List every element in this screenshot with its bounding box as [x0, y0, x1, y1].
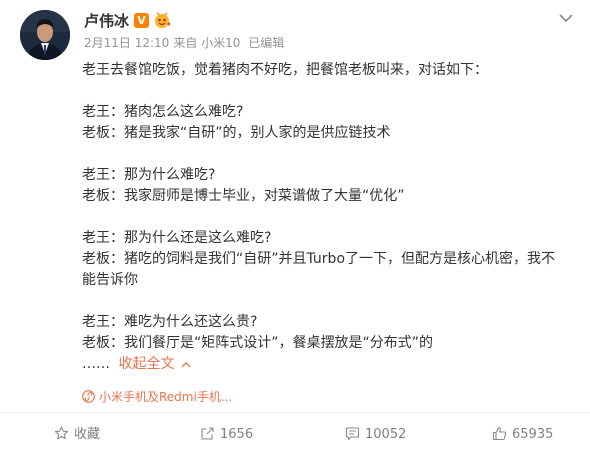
action-bar: 收藏 1656 10052 65935	[0, 413, 590, 456]
member-badge-icon	[155, 12, 170, 28]
edited-label[interactable]: 已编辑	[248, 36, 284, 50]
verified-badge-icon: V	[134, 13, 149, 28]
repost-icon	[201, 427, 214, 440]
chevron-up-icon[interactable]	[181, 361, 191, 368]
content-line: 老王：猪肉怎么这么难吃?	[82, 104, 244, 120]
comment-count: 10052	[365, 427, 407, 442]
post-date[interactable]: 2月11日 12:10	[84, 36, 169, 50]
like-button[interactable]: 65935	[492, 413, 553, 456]
repost-button[interactable]: 1656	[200, 413, 253, 456]
source-label: 小米手机及Redmi手机...	[99, 390, 233, 404]
avatar[interactable]	[20, 10, 70, 60]
thumbs-up-icon	[492, 426, 507, 441]
ellipsis: ……	[82, 356, 110, 372]
avatar-image	[20, 10, 70, 60]
comment-icon	[345, 427, 360, 441]
collapse-row: …… 收起全文	[82, 354, 562, 374]
content-line: 老板：猪吃的饲料是我们“自研”并且Turbo了一下，但配方是核心机密，我不能告诉…	[82, 251, 556, 288]
source-tag[interactable]: 小米手机及Redmi手机...	[82, 390, 232, 405]
chevron-down-icon[interactable]	[558, 12, 574, 24]
repost-count: 1656	[220, 427, 254, 442]
content-line: 老王：那为什么还是这么难吃?	[82, 230, 272, 246]
post-meta: 2月11日 12:10 来自 小米10 已编辑	[84, 36, 288, 51]
like-count: 65935	[512, 427, 554, 442]
favorite-label: 收藏	[74, 427, 101, 442]
content-line: 老板：猪是我家“自研”的，别人家的是供应链技术	[82, 125, 391, 141]
comment-button[interactable]: 10052	[345, 413, 406, 456]
content-line: 老板：我家厨师是博士毕业，对菜谱做了大量“优化”	[82, 188, 405, 204]
favorite-button[interactable]: 收藏	[54, 413, 100, 456]
link-icon	[82, 390, 95, 403]
content-intro: 老王去餐馆吃饭，觉着猪肉不好吃，把餐馆老板叫来，对话如下：	[82, 62, 488, 78]
collapse-link[interactable]: 收起全文	[118, 356, 174, 372]
content-line: 老王：难吃为什么还这么贵?	[82, 314, 258, 330]
author-name[interactable]: 卢伟冰	[84, 12, 129, 30]
content-line: 老王：那为什么难吃?	[82, 167, 216, 183]
device-source[interactable]: 小米10	[201, 36, 240, 50]
star-icon	[54, 426, 69, 440]
content-line: 老板：我们餐厅是“矩阵式设计”，餐桌摆放是“分布式”的	[82, 335, 434, 351]
weibo-post-card: 卢伟冰 V 2月11日 12:10 来自 小米10 已编辑 老王去餐馆吃饭，觉着猪…	[0, 0, 590, 456]
post-content: 老王去餐馆吃饭，觉着猪肉不好吃，把餐馆老板叫来，对话如下： 老王：猪肉怎么这么难…	[82, 60, 562, 374]
from-prefix: 来自	[173, 36, 198, 50]
